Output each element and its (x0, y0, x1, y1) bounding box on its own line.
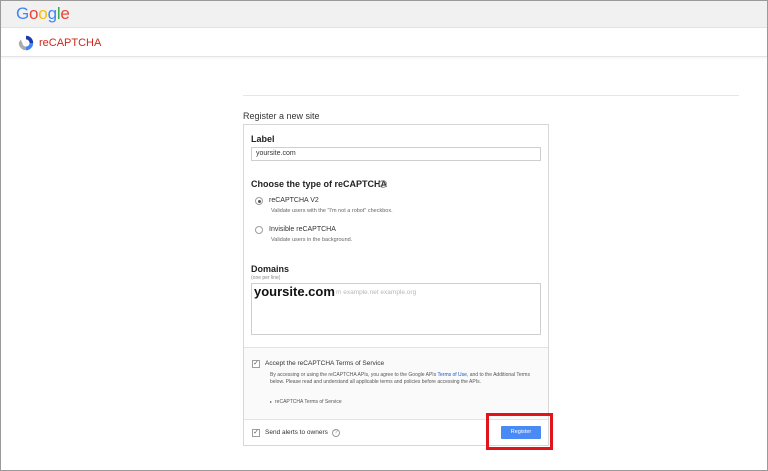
radio-invisible-recaptcha[interactable] (255, 226, 263, 234)
google-logo-letter: o (38, 4, 48, 23)
radio-recaptcha-v2[interactable] (255, 197, 263, 205)
alerts-help-icon[interactable]: ? (332, 429, 340, 437)
google-top-bar: Google (1, 1, 767, 28)
option-v2-description: Validate users with the "I'm not a robot… (271, 208, 393, 214)
help-icon[interactable]: ? (379, 180, 387, 188)
send-alerts-checkbox[interactable]: ✓ (252, 429, 260, 437)
terms-text: By accessing or using the reCAPTCHA APIs… (270, 372, 532, 385)
brand-name[interactable]: reCAPTCHA (39, 37, 101, 49)
highlight-annotation (486, 413, 553, 450)
domains-section-title: Domains (251, 264, 290, 274)
label-section-title: Label (251, 134, 275, 144)
accept-terms-label[interactable]: Accept the reCAPTCHA Terms of Service (265, 360, 384, 367)
domains-typed-value: yoursite.com (254, 284, 335, 299)
google-logo-letter: o (29, 4, 39, 23)
terms-expander-label: reCAPTCHA Terms of Service (275, 399, 342, 405)
domains-hint: (one per line) (251, 275, 281, 281)
domains-placeholder: m example.net example.org (336, 289, 417, 296)
option-invisible-description: Validate users in the background. (271, 237, 353, 243)
option-v2-title[interactable]: reCAPTCHA V2 (269, 197, 319, 204)
expand-caret-icon: ▸ (270, 399, 273, 404)
terms-section: ✓ Accept the reCAPTCHA Terms of Service … (244, 347, 548, 419)
google-logo[interactable]: Google (16, 4, 70, 24)
google-logo-letter: g (47, 4, 57, 23)
terms-text-before: By accessing or using the reCAPTCHA APIs… (270, 372, 438, 378)
send-alerts-label[interactable]: Send alerts to owners (265, 429, 328, 436)
option-invisible-title[interactable]: Invisible reCAPTCHA (269, 226, 336, 233)
recaptcha-header: reCAPTCHA (1, 28, 767, 57)
recaptcha-icon[interactable] (17, 34, 35, 52)
page-heading: Register a new site (243, 111, 320, 121)
terms-of-use-link[interactable]: Terms of Use (438, 372, 467, 378)
type-section-title: Choose the type of reCAPTCHA (251, 179, 388, 189)
google-logo-letter: e (60, 4, 70, 23)
google-logo-letter: G (16, 4, 30, 23)
registration-form: Label yoursite.com Choose the type of re… (243, 124, 549, 446)
accept-terms-checkbox[interactable]: ✓ (252, 360, 260, 368)
divider (243, 95, 739, 96)
domains-textarea[interactable]: m example.net example.org yoursite.com (251, 283, 541, 335)
label-input[interactable]: yoursite.com (251, 147, 541, 161)
terms-expander[interactable]: ▸ reCAPTCHA Terms of Service (270, 399, 342, 405)
